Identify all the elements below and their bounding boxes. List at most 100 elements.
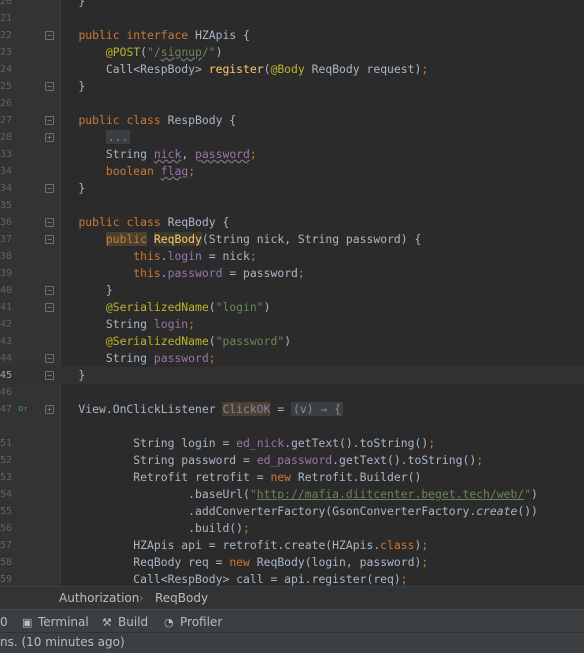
line-number: 58	[0, 557, 13, 568]
code-text: boolean flag;	[105, 164, 196, 178]
code-line[interactable]: 24 Call<RespBody> register(@Body ReqBody…	[0, 61, 584, 78]
breadcrumb-separator: ›	[139, 591, 144, 605]
line-number: 26	[0, 98, 13, 109]
code-text: String login = ed_nick.getText().toStrin…	[51, 436, 436, 450]
build-tab[interactable]: ⚒ Build	[102, 615, 148, 629]
code-line[interactable]: 40− }	[0, 282, 584, 299]
build-label: Build	[118, 615, 149, 629]
code-line[interactable]: 58 ReqBody req = new ReqBody(login, pass…	[0, 554, 584, 571]
code-line[interactable]: 42 String login;	[0, 316, 584, 333]
code-text: }	[51, 181, 86, 195]
breadcrumb-item-authorization[interactable]: Authorization	[59, 591, 139, 605]
breadcrumb: Authorization › ReqBody	[0, 586, 584, 609]
override-marker-icon[interactable]: o↑	[18, 404, 28, 414]
code-text: .baseUrl("http://mafia.diitcenter.beget.…	[51, 487, 538, 501]
line-number: 23	[0, 47, 13, 58]
terminal-icon: ▣	[22, 616, 33, 629]
tool-window-first[interactable]: 0	[0, 615, 8, 629]
code-line[interactable]: 47 o↑ + View.OnClickListener ClickOK = (v)…	[0, 401, 584, 418]
code-text: }	[51, 79, 86, 93]
code-line[interactable]: 46	[0, 384, 584, 401]
code-text: @SerializedName("login")	[105, 300, 271, 314]
code-line[interactable]: 57 HZApis api = retrofit.create(HZApis.c…	[0, 537, 584, 554]
line-number: 54	[0, 489, 13, 500]
line-number: 34	[0, 166, 13, 177]
code-line[interactable]: 23 @POST("/signup/")	[0, 44, 584, 61]
code-line[interactable]: 21	[0, 10, 584, 27]
status-bar: ns. (10 minutes ago)	[0, 632, 584, 653]
code-text: String password;	[51, 351, 216, 365]
code-line[interactable]: 22− public interface HZApis {	[0, 27, 584, 44]
code-text: }	[51, 283, 113, 297]
line-number: 27	[0, 115, 13, 126]
profiler-tab[interactable]: ◔ Profiler	[164, 615, 222, 629]
code-line[interactable]: 34 boolean flag;	[0, 163, 584, 180]
line-number: 38	[0, 251, 13, 262]
code-text: String nick, password;	[51, 147, 257, 161]
line-number: 57	[0, 540, 13, 551]
line-number: 25	[0, 81, 13, 92]
code-text: public ReqBody(String nick, String passw…	[105, 232, 422, 246]
breadcrumb-item-reqbody[interactable]: ReqBody	[155, 591, 208, 605]
terminal-label: Terminal	[38, 615, 89, 629]
line-number: 46	[0, 387, 13, 398]
line-number: 20	[0, 0, 13, 7]
code-line[interactable]: 37− public ReqBody(String nick, String p…	[0, 231, 584, 248]
line-number: 44	[0, 353, 13, 364]
code-line[interactable]: 20 }	[0, 0, 584, 10]
code-text: Call<RespBody> call = api.register(req);	[51, 572, 408, 586]
line-number: 56	[0, 523, 13, 534]
code-line[interactable]: 51 String login = ed_nick.getText().toSt…	[0, 435, 584, 452]
code-line[interactable]: 28 + ...	[0, 129, 584, 146]
code-line[interactable]: 52 String password = ed_password.getText…	[0, 452, 584, 469]
line-number: 21	[0, 13, 13, 24]
code-text: ...	[105, 130, 131, 144]
code-text: this.login = nick;	[133, 249, 257, 263]
code-line[interactable]: 45− }	[0, 367, 584, 384]
code-line[interactable]: 27− public class RespBody {	[0, 112, 584, 129]
code-line[interactable]: 39 this.password = password;	[0, 265, 584, 282]
code-text: String password = ed_password.getText().…	[51, 453, 484, 467]
code-line[interactable]: 43 @SerializedName("password")	[0, 333, 584, 350]
terminal-tab[interactable]: ▣ Terminal	[22, 615, 89, 629]
code-line[interactable]: 41− @SerializedName("login")	[0, 299, 584, 316]
line-number: 45	[0, 370, 13, 381]
code-editor[interactable]: 20 } 21 22− public interface HZApis {23 @P…	[0, 0, 584, 586]
code-line[interactable]: 25− }	[0, 78, 584, 95]
code-line[interactable]: 34− }	[0, 180, 584, 197]
line-number: 59	[0, 574, 13, 585]
code-line[interactable]: 35	[0, 197, 584, 214]
hammer-icon: ⚒	[102, 616, 112, 629]
code-line[interactable]: 59 Call<RespBody> call = api.register(re…	[0, 571, 584, 586]
code-text: public class RespBody {	[78, 113, 237, 127]
line-number: 47	[0, 404, 13, 415]
code-line[interactable]: 54 .baseUrl("http://mafia.diitcenter.beg…	[0, 486, 584, 503]
line-number: 28	[0, 132, 13, 143]
code-line[interactable]: 33 String nick, password;	[0, 146, 584, 163]
line-number: 55	[0, 506, 13, 517]
line-number: 33	[0, 149, 13, 160]
code-line[interactable]	[0, 418, 584, 435]
code-text: .build();	[51, 521, 250, 535]
line-number: 35	[0, 200, 13, 211]
status-text: ns. (10 minutes ago)	[0, 635, 125, 649]
line-number: 40	[0, 285, 13, 296]
code-text: }	[51, 0, 86, 8]
code-text: .addConverterFactory(GsonConverterFactor…	[51, 504, 538, 518]
line-number: 37	[0, 234, 13, 245]
code-line[interactable]: 44− String password;	[0, 350, 584, 367]
code-line[interactable]: 38 this.login = nick;	[0, 248, 584, 265]
code-text: this.password = password;	[133, 266, 305, 280]
code-line[interactable]: 53 Retrofit retrofit = new Retrofit.Buil…	[0, 469, 584, 486]
code-line[interactable]: 56 .build();	[0, 520, 584, 537]
line-number: 52	[0, 455, 13, 466]
code-line[interactable]: 36− public class ReqBody {	[0, 214, 584, 231]
code-text: public class ReqBody {	[78, 215, 230, 229]
line-number: 39	[0, 268, 13, 279]
line-number: 51	[0, 438, 13, 449]
code-text: String login;	[51, 317, 196, 331]
code-line[interactable]: 26	[0, 95, 584, 112]
code-text: }	[51, 368, 86, 382]
code-text: public interface HZApis {	[78, 28, 250, 42]
code-line[interactable]: 55 .addConverterFactory(GsonConverterFac…	[0, 503, 584, 520]
